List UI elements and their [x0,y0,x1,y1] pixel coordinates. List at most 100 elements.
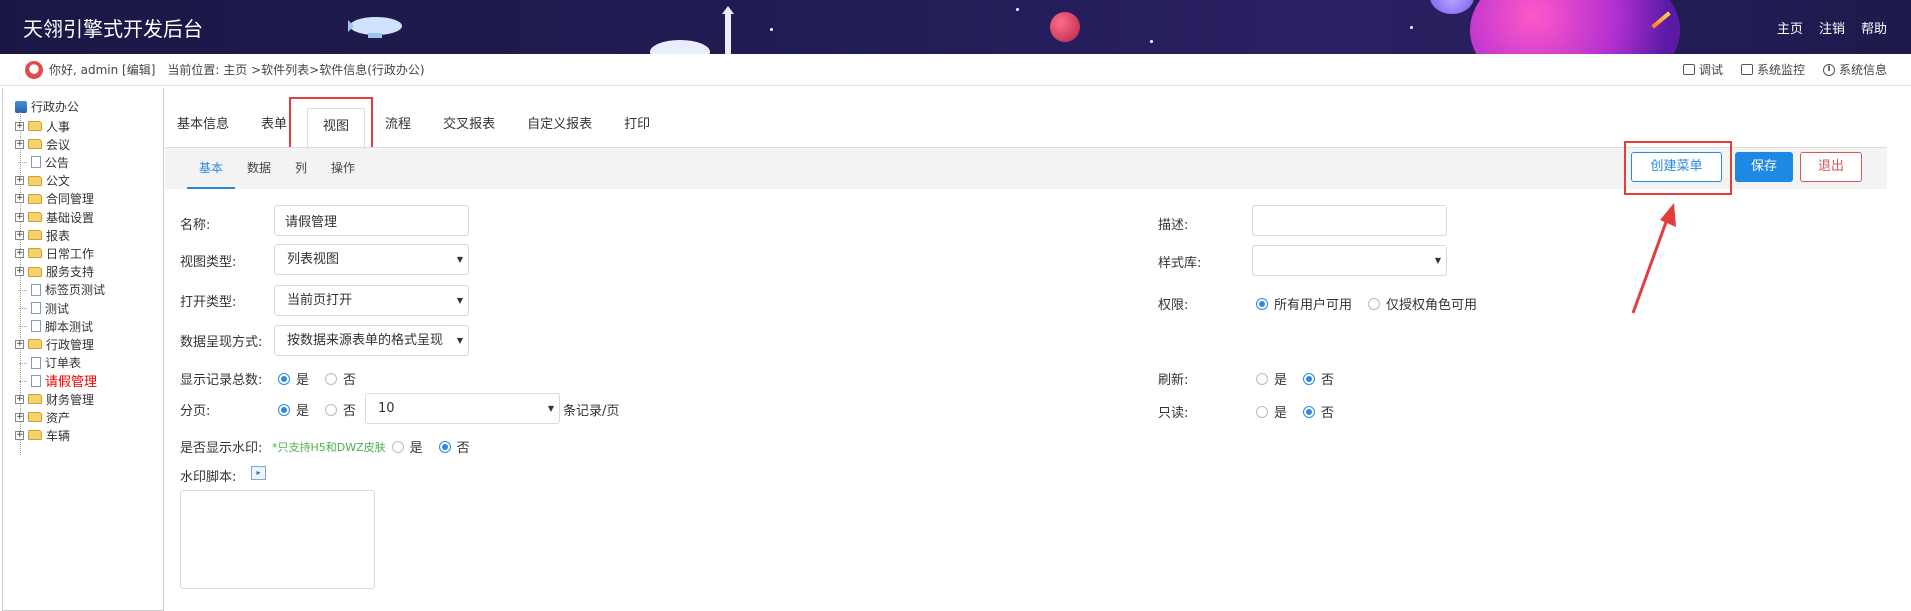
folder-icon [28,430,42,441]
expand-icon[interactable]: + [15,394,24,404]
paging-yes-radio[interactable] [278,403,290,416]
show-total-radio-group: 是 否 [278,369,356,388]
watermark-script-label: 水印脚本: [180,470,237,485]
tab-print[interactable]: 打印 [612,108,662,148]
expand-icon[interactable]: + [15,230,24,240]
nav-home[interactable]: 主页 [1777,18,1803,37]
expand-icon[interactable]: + [15,430,24,440]
tree-item[interactable]: + 资产 [15,409,70,425]
style-library-select[interactable] [1252,245,1447,276]
subtab-data[interactable]: 数据 [235,147,283,189]
name-input[interactable] [274,205,469,236]
present-mode-label: 数据呈现方式: [180,335,263,350]
expand-icon[interactable]: + [15,267,24,277]
tree-item[interactable]: + 基础设置 [15,209,94,225]
description-label: 描述: [1158,218,1189,233]
folder-icon [28,121,42,131]
folder-icon [28,230,42,241]
expand-icon[interactable]: + [15,139,24,149]
watermark-no-radio[interactable] [438,440,451,453]
nav-help[interactable]: 帮助 [1861,18,1887,37]
folder-icon [28,248,42,259]
watermark-yes-radio[interactable] [391,440,404,453]
tree-item[interactable]: + 会议 [15,136,70,152]
top-header: 天翎引擎式开发后台 主页 注销 帮助 [0,0,1911,54]
toolbar: 调试 系统监控 i 系统信息 [1682,61,1887,78]
tree-item[interactable]: 订单表 [31,355,81,371]
tree-item[interactable]: 测试 [31,300,69,316]
subtab-columns[interactable]: 列 [283,147,319,189]
planet-large-icon [1470,0,1680,54]
tree-item[interactable]: 公告 [31,154,69,170]
show-total-yes-radio[interactable] [278,372,290,385]
expand-icon[interactable]: + [15,248,24,258]
create-menu-button[interactable]: 创建菜单 [1631,152,1722,182]
tab-form[interactable]: 表单 [249,108,299,148]
paging-no-radio[interactable] [325,403,338,416]
system-monitor-button[interactable]: 系统监控 [1740,61,1805,78]
user-greeting[interactable]: 你好, admin [编辑] [49,61,155,78]
readonly-no-radio[interactable] [1303,405,1316,418]
permission-all-radio[interactable] [1256,297,1268,310]
expand-icon[interactable]: + [15,339,24,349]
subtab-operations[interactable]: 操作 [319,147,367,189]
refresh-no-radio[interactable] [1303,372,1316,385]
readonly-radio-group: 是 否 [1256,402,1334,421]
tree-item[interactable]: 脚本测试 [31,318,93,334]
refresh-yes-radio[interactable] [1256,372,1268,385]
tree-item[interactable]: + 车辆 [15,427,70,443]
open-type-label: 打开类型: [180,295,237,310]
debug-button[interactable]: 调试 [1682,61,1723,78]
view-type-select[interactable]: 列表视图 [274,244,469,275]
tree-item[interactable]: + 财务管理 [15,391,94,407]
tab-custom-report[interactable]: 自定义报表 [515,108,604,148]
expand-icon[interactable]: + [15,194,24,204]
tree-item-label: 订单表 [45,356,82,371]
tree-item-label: 测试 [45,301,70,316]
star-icon [1150,40,1153,43]
save-button[interactable]: 保存 [1735,152,1793,182]
subtab-basic[interactable]: 基本 [187,147,236,189]
page-size-select[interactable]: 10 [365,393,560,424]
blimp-icon [340,14,406,40]
tree-item[interactable]: + 日常工作 [15,245,94,261]
watermark-script-textarea[interactable] [180,490,375,589]
tree-item[interactable]: + 公文 [15,173,70,189]
readonly-yes-radio[interactable] [1256,405,1268,418]
present-mode-select[interactable]: 按数据来源表单的格式呈现 [274,325,469,356]
tree-item[interactable]: + 行政管理 [15,336,94,352]
expand-icon[interactable]: + [15,121,24,131]
tree-item-label: 报表 [46,228,71,243]
tree-item[interactable]: 标签页测试 [31,282,105,298]
show-total-no-radio[interactable] [325,372,338,385]
nav-logout[interactable]: 注销 [1819,18,1845,37]
tree-item-label: 合同管理 [46,192,95,207]
info-icon: i [1822,63,1835,76]
tab-basic-info[interactable]: 基本信息 [165,108,241,148]
tree-item[interactable]: + 报表 [15,227,70,243]
tab-flow[interactable]: 流程 [373,108,423,148]
tree-item[interactable]: + 人事 [15,118,70,134]
system-info-button[interactable]: i 系统信息 [1822,61,1887,78]
tree-item[interactable]: + 服务支持 [15,264,94,280]
tab-view[interactable]: 视图 [307,108,366,148]
script-editor-icon[interactable]: ▸ [251,466,266,480]
expand-icon[interactable]: + [15,176,24,186]
watermark-radio-group: *只支持H5和DWZ皮肤 是 否 [272,440,470,456]
expand-icon[interactable]: + [15,212,24,222]
permission-radio-group: 所有用户可用 仅授权角色可用 [1256,294,1477,313]
description-input[interactable] [1252,205,1447,236]
subtab-bar [165,147,1887,189]
exit-button[interactable]: 退出 [1800,152,1862,182]
tree-root[interactable]: 行政办公 [15,98,79,115]
tab-cross-report[interactable]: 交叉报表 [431,108,507,148]
folder-icon [28,175,42,186]
refresh-label: 刷新: [1158,373,1189,388]
permission-role-radio[interactable] [1368,297,1381,310]
tree-item-label: 人事 [46,119,71,134]
expand-icon[interactable]: + [15,412,24,422]
tree-item[interactable]: 请假管理 [31,373,97,390]
monitor-icon [1740,64,1753,75]
open-type-select[interactable]: 当前页打开 [274,285,469,316]
tree-item[interactable]: + 合同管理 [15,191,94,207]
